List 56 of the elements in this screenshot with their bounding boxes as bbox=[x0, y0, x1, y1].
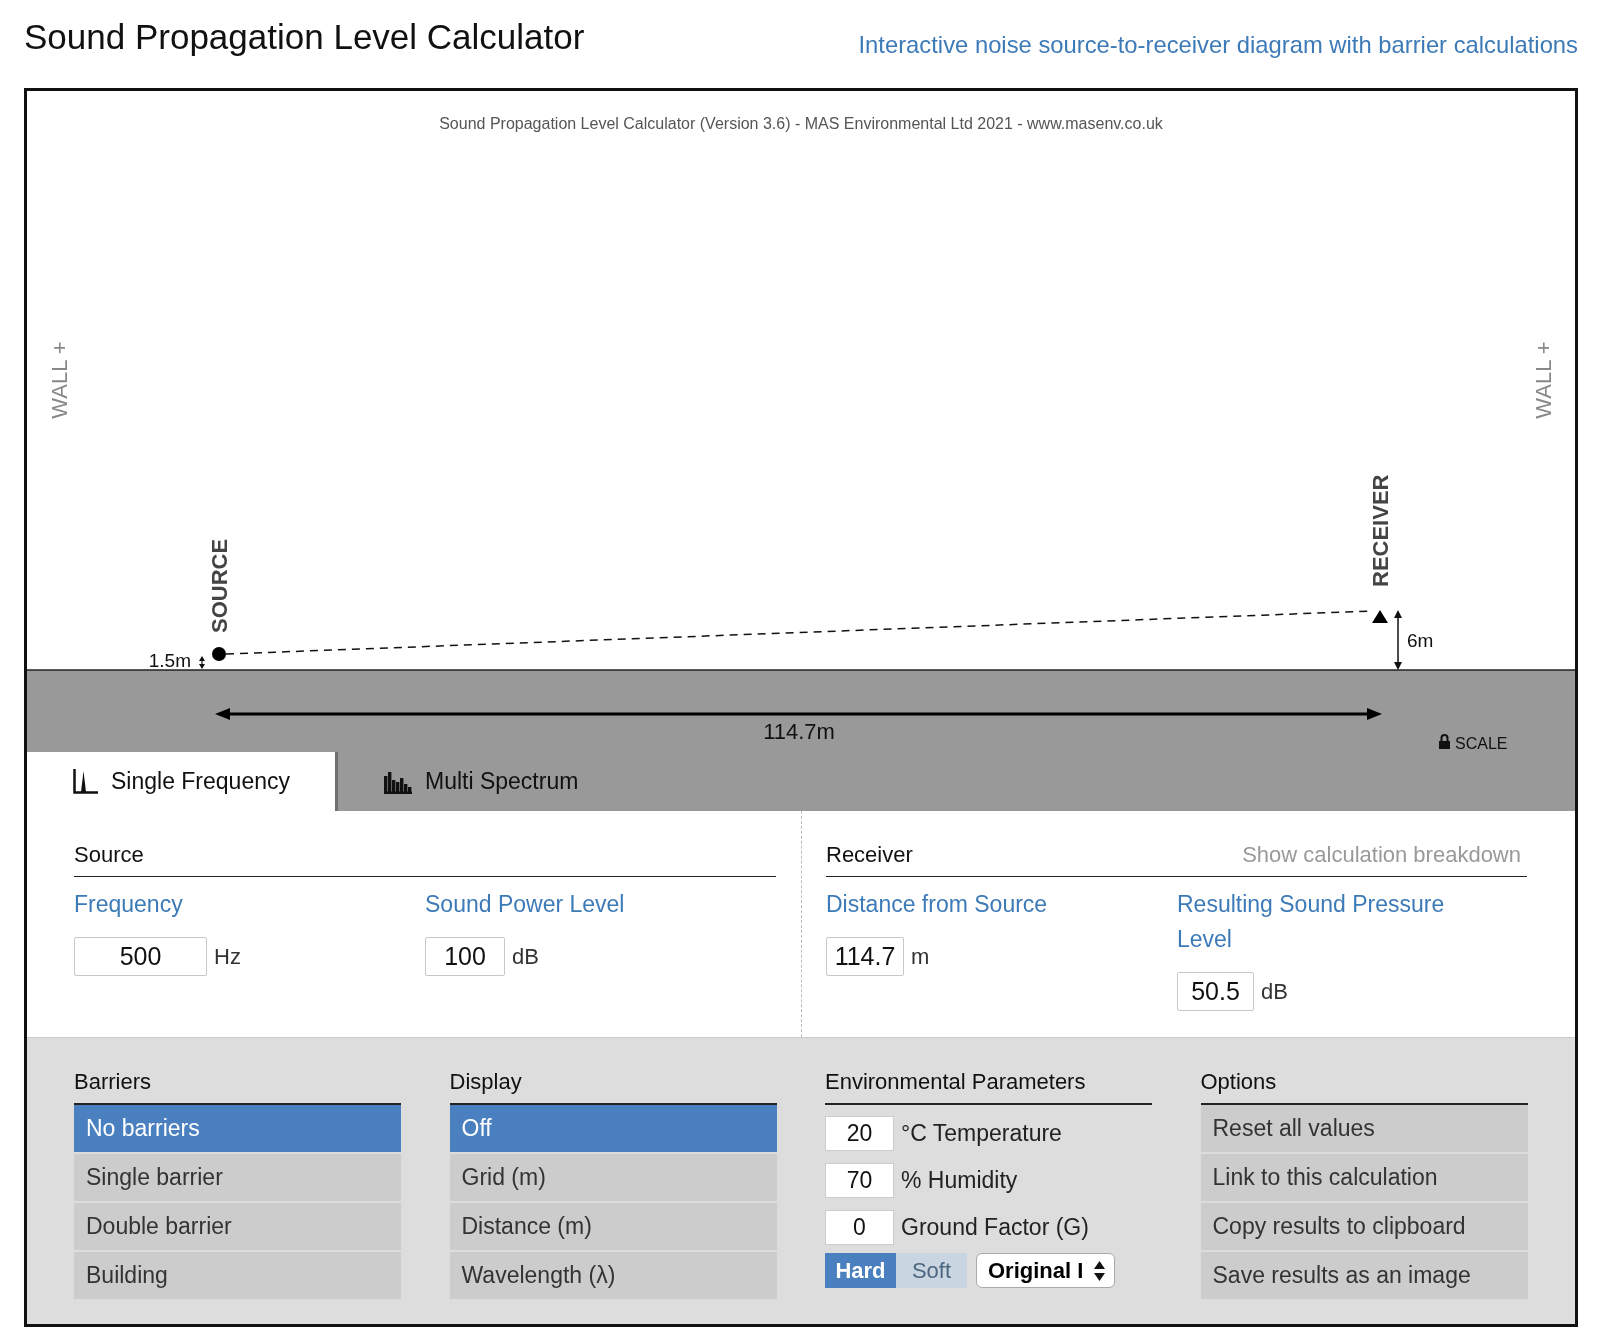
height-label: 1.5m bbox=[148, 650, 191, 671]
page-title: Sound Propagation Level Calculator bbox=[24, 16, 585, 57]
barrier-option[interactable]: Double barrier bbox=[74, 1203, 401, 1250]
scale-toggle[interactable]: SCALE bbox=[1455, 735, 1508, 752]
temperature-field[interactable]: 20 bbox=[825, 1116, 894, 1151]
source-label: SOURCE bbox=[207, 538, 232, 633]
barrier-option[interactable]: Single barrier bbox=[74, 1154, 401, 1201]
option-button[interactable]: Link to this calculation bbox=[1200, 1154, 1528, 1201]
barrier-option[interactable]: Building bbox=[74, 1252, 401, 1299]
unit-label: m bbox=[911, 943, 930, 970]
ground-factor-field[interactable]: 0 bbox=[825, 1210, 894, 1245]
field-label: Sound Power Level bbox=[425, 890, 626, 919]
receiver-height-arrow bbox=[1394, 610, 1402, 670]
option-button[interactable]: Reset all values bbox=[1200, 1105, 1528, 1152]
display-option[interactable]: Grid (m) bbox=[449, 1154, 777, 1201]
receiver-marker-icon[interactable] bbox=[1372, 610, 1388, 623]
bar-chart-icon bbox=[384, 769, 412, 794]
source-height-arrow bbox=[199, 656, 205, 669]
source-dot-icon[interactable] bbox=[212, 647, 226, 661]
wall-toggle[interactable]: WALL + bbox=[47, 341, 72, 419]
field-label: Frequency bbox=[74, 890, 184, 919]
field-label: Resulting Sound Pressure Level bbox=[1177, 890, 1446, 954]
column-heading: Environmental Parameters bbox=[825, 1069, 1152, 1105]
pressure-level-field[interactable]: 50.5 bbox=[1177, 972, 1254, 1011]
receiver-label: RECEIVER bbox=[1368, 474, 1393, 587]
unit-label: dB bbox=[512, 943, 539, 970]
field-label: Ground Factor (G) bbox=[901, 1214, 1089, 1241]
display-option[interactable]: Off bbox=[449, 1105, 777, 1152]
power-level-field[interactable]: 100 bbox=[425, 937, 505, 976]
section-heading: Source bbox=[74, 842, 144, 868]
unit-label: dB bbox=[1261, 978, 1288, 1005]
frequency-field[interactable]: 500 bbox=[74, 937, 207, 976]
distance-field[interactable]: 114.7 bbox=[826, 937, 904, 976]
credit-text: Sound Propagation Level Calculator (Version 3.6) - MAS Environmental Ltd 2021 - www.masenv.co.uk bbox=[439, 115, 1163, 132]
display-option[interactable]: Wavelength (λ) bbox=[449, 1252, 777, 1299]
ground-type-toggle[interactable]: Hard bbox=[825, 1253, 896, 1288]
humidity-field[interactable]: 70 bbox=[825, 1163, 894, 1198]
tab[interactable]: Single Frequency bbox=[27, 752, 338, 811]
section-heading: Receiver bbox=[826, 842, 913, 868]
field-label: % Humidity bbox=[901, 1167, 1018, 1194]
option-button[interactable]: Copy results to clipboard bbox=[1200, 1203, 1528, 1250]
updown-caret-icon bbox=[1094, 1260, 1105, 1281]
ground-type-toggle[interactable]: Soft bbox=[896, 1253, 967, 1288]
field-label: Distance from Source bbox=[826, 890, 1049, 919]
barrier-option[interactable]: No barriers bbox=[74, 1105, 401, 1152]
unit-label: Hz bbox=[214, 943, 241, 970]
single-peak-icon bbox=[73, 769, 98, 794]
field-label: °C Temperature bbox=[901, 1120, 1062, 1147]
display-option[interactable]: Distance (m) bbox=[449, 1203, 777, 1250]
page-subtitle: Interactive noise source-to-receiver diagram with barrier calculations bbox=[858, 30, 1578, 59]
model-select[interactable]: Original I bbox=[976, 1253, 1115, 1288]
wall-toggle[interactable]: WALL + bbox=[1531, 341, 1556, 419]
tab[interactable]: Multi Spectrum bbox=[338, 752, 649, 811]
option-button[interactable]: Save results as an image bbox=[1200, 1252, 1528, 1299]
height-label: 6m bbox=[1407, 630, 1434, 651]
distance-label: 114.7m bbox=[763, 719, 835, 744]
